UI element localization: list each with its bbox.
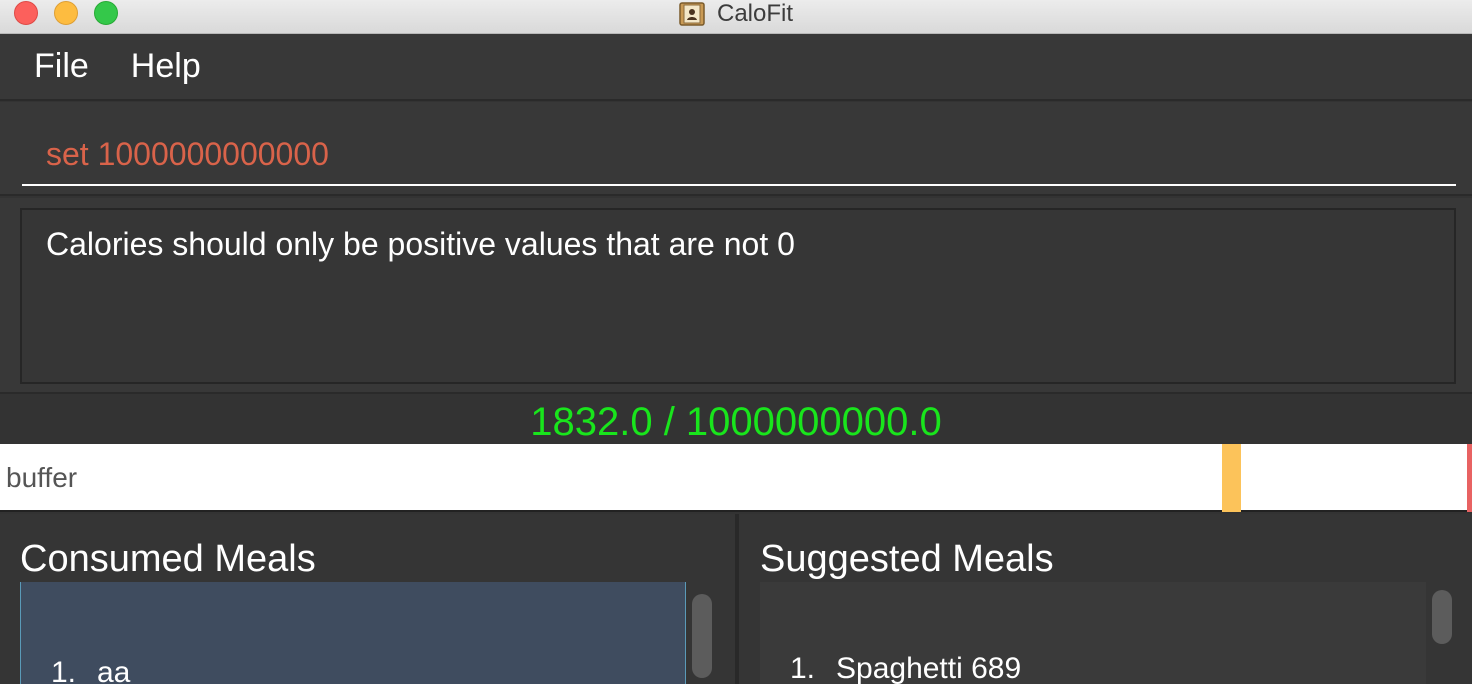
title-bar: CaloFit <box>0 0 1472 34</box>
suggested-meals-list[interactable]: 1. Spaghetti 689 <box>760 582 1426 684</box>
list-item-index: 1. <box>51 656 77 684</box>
list-item-name: aa <box>97 656 131 684</box>
list-item[interactable]: 1. aa <box>51 656 130 684</box>
calorie-status-bar: 1832.0 / 1000000000.0 <box>0 396 1472 444</box>
buffer-label: buffer <box>6 462 78 493</box>
consumed-meals-list[interactable]: 1. aa <box>20 582 686 684</box>
menu-file[interactable]: File <box>34 47 89 86</box>
calorie-status: 1832.0 / 1000000000.0 <box>530 400 942 444</box>
consumed-meals-title: Consumed Meals <box>20 538 316 580</box>
command-box <box>0 102 1472 196</box>
list-item-index: 1. <box>790 652 816 684</box>
list-item[interactable]: 1. Spaghetti 689 <box>790 652 1021 684</box>
consumed-scrollbar[interactable] <box>692 594 712 678</box>
app-icon <box>679 2 705 26</box>
window-title: CaloFit <box>716 0 794 27</box>
buffer-marker <box>1222 444 1241 512</box>
suggested-scrollbar[interactable] <box>1432 590 1452 644</box>
panel-divider[interactable] <box>735 514 739 684</box>
command-input[interactable] <box>22 124 1456 186</box>
result-message: Calories should only be positive values … <box>20 208 1456 384</box>
menu-bar: File Help <box>0 34 1472 101</box>
result-display-area: Calories should only be positive values … <box>0 198 1472 394</box>
menu-help[interactable]: Help <box>131 47 201 86</box>
list-item-name: Spaghetti 689 <box>836 652 1022 684</box>
meal-panels: Consumed Meals 1. aa Suggested Meals 1. Sp… <box>0 514 1472 684</box>
window-title-group: CaloFit <box>0 0 1472 28</box>
suggested-meals-title: Suggested Meals <box>760 538 1054 580</box>
limit-marker <box>1467 444 1472 512</box>
calorie-buffer-bar: buffer <box>0 444 1472 512</box>
